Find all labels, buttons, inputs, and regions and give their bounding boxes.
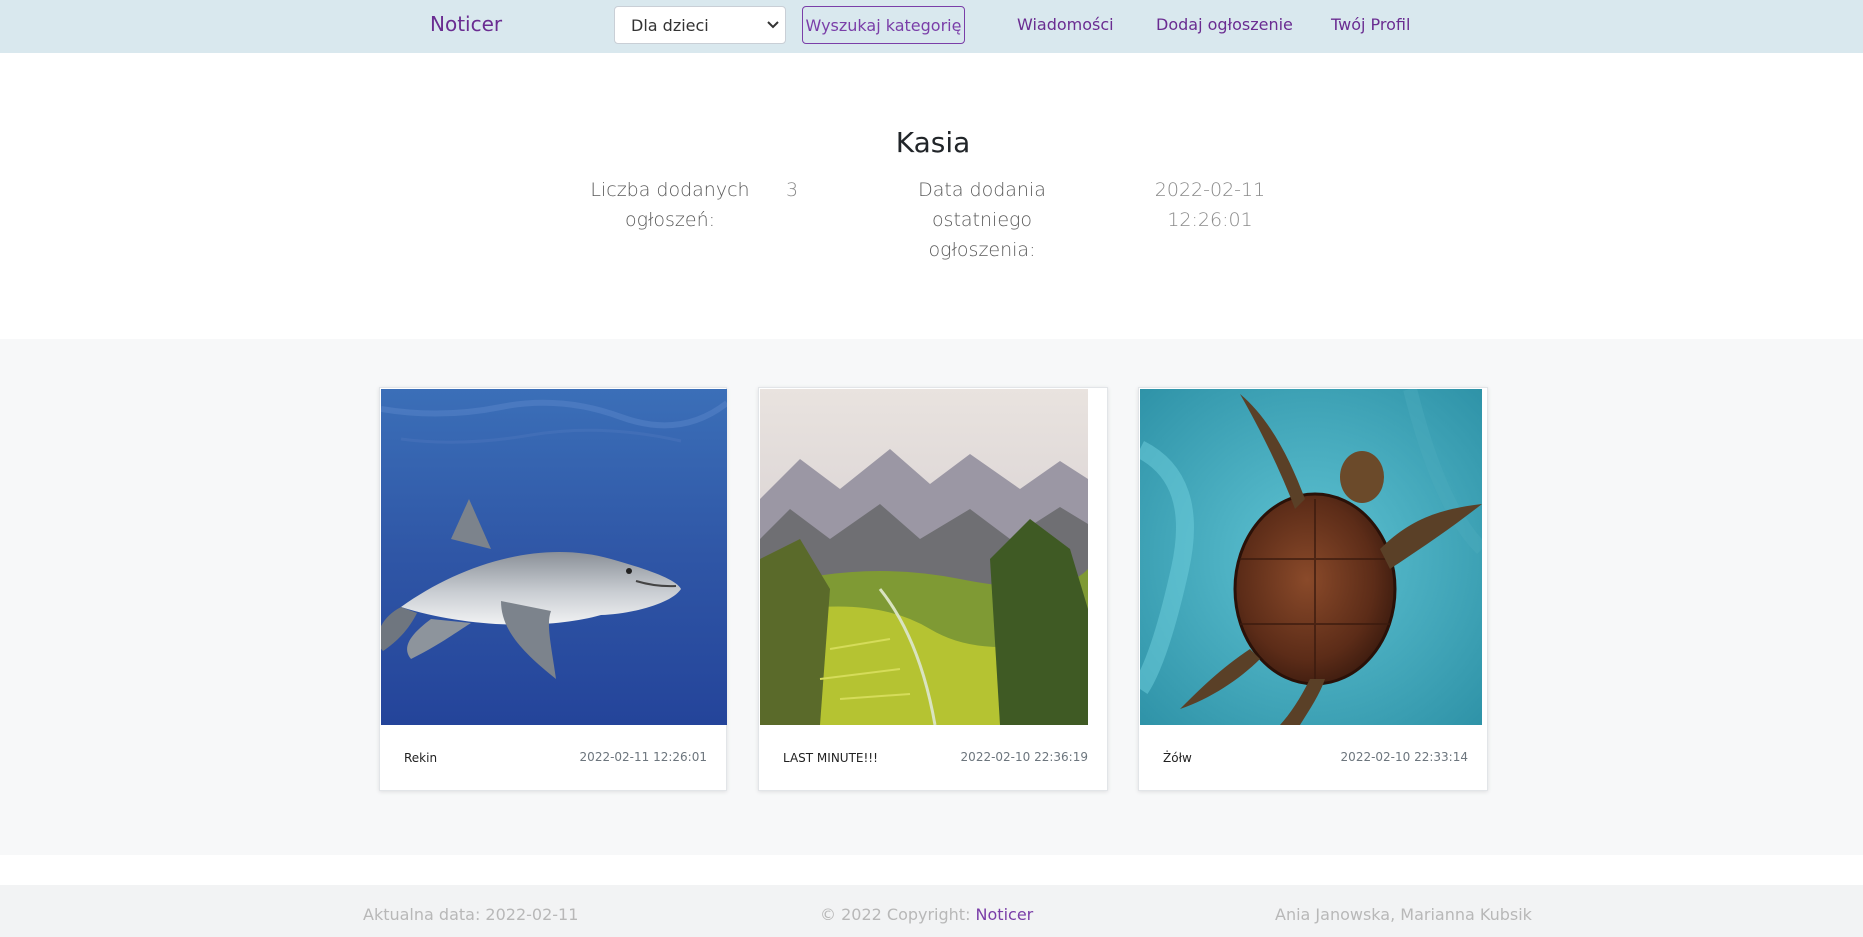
footer-copyright: © 2022 Copyright: Noticer [820,905,1034,924]
listing-title: Żółw [1163,751,1192,765]
listing-title: LAST MINUTE!!! [783,751,878,765]
stat-value: 3 [785,179,799,201]
listing-card[interactable]: Rekin 2022-02-11 12:26:01 [379,387,727,791]
listing-date: 2022-02-10 22:36:19 [960,750,1088,764]
listing-title: Rekin [404,751,438,765]
stat-value: 2022-02-11 12:26:01 [1154,179,1266,231]
category-select-value: Dla dzieci [631,15,709,35]
shark-photo [381,389,727,725]
footer-current-date: Aktualna data: 2022-02-11 [363,905,579,924]
listing-card[interactable]: LAST MINUTE!!! 2022-02-10 22:36:19 [758,387,1108,791]
nav-link-messages[interactable]: Wiadomości [1017,15,1114,34]
stat-label: Data dodania ostatniego ogłoszenia: [918,179,1046,261]
profile-username: Kasia [895,126,971,159]
page-footer: Aktualna data: 2022-02-11 © 2022 Copyrig… [0,885,1863,937]
footer-brand-link[interactable]: Noticer [976,905,1034,924]
nav-link-profile[interactable]: Twój Profil [1331,15,1410,34]
listing-date: 2022-02-10 22:33:14 [1340,750,1468,764]
search-category-button[interactable]: Wyszukaj kategorię [802,6,965,44]
sea-turtle-photo [1140,389,1482,725]
nav-link-add-listing[interactable]: Dodaj ogłoszenie [1156,15,1293,34]
chevron-down-icon [767,21,779,29]
category-select[interactable]: Dla dzieci [614,6,786,44]
footer-authors: Ania Janowska, Marianna Kubsik [1275,905,1532,924]
stat-label: Liczba dodanych ogłoszeń: [590,179,750,231]
listing-date: 2022-02-11 12:26:01 [579,750,707,764]
listing-card[interactable]: Żółw 2022-02-10 22:33:14 [1138,387,1488,791]
mountain-valley-photo [760,389,1088,725]
brand-logo[interactable]: Noticer [430,12,502,36]
top-navbar: Noticer Dla dzieci Wyszukaj kategorię Wi… [0,0,1863,53]
